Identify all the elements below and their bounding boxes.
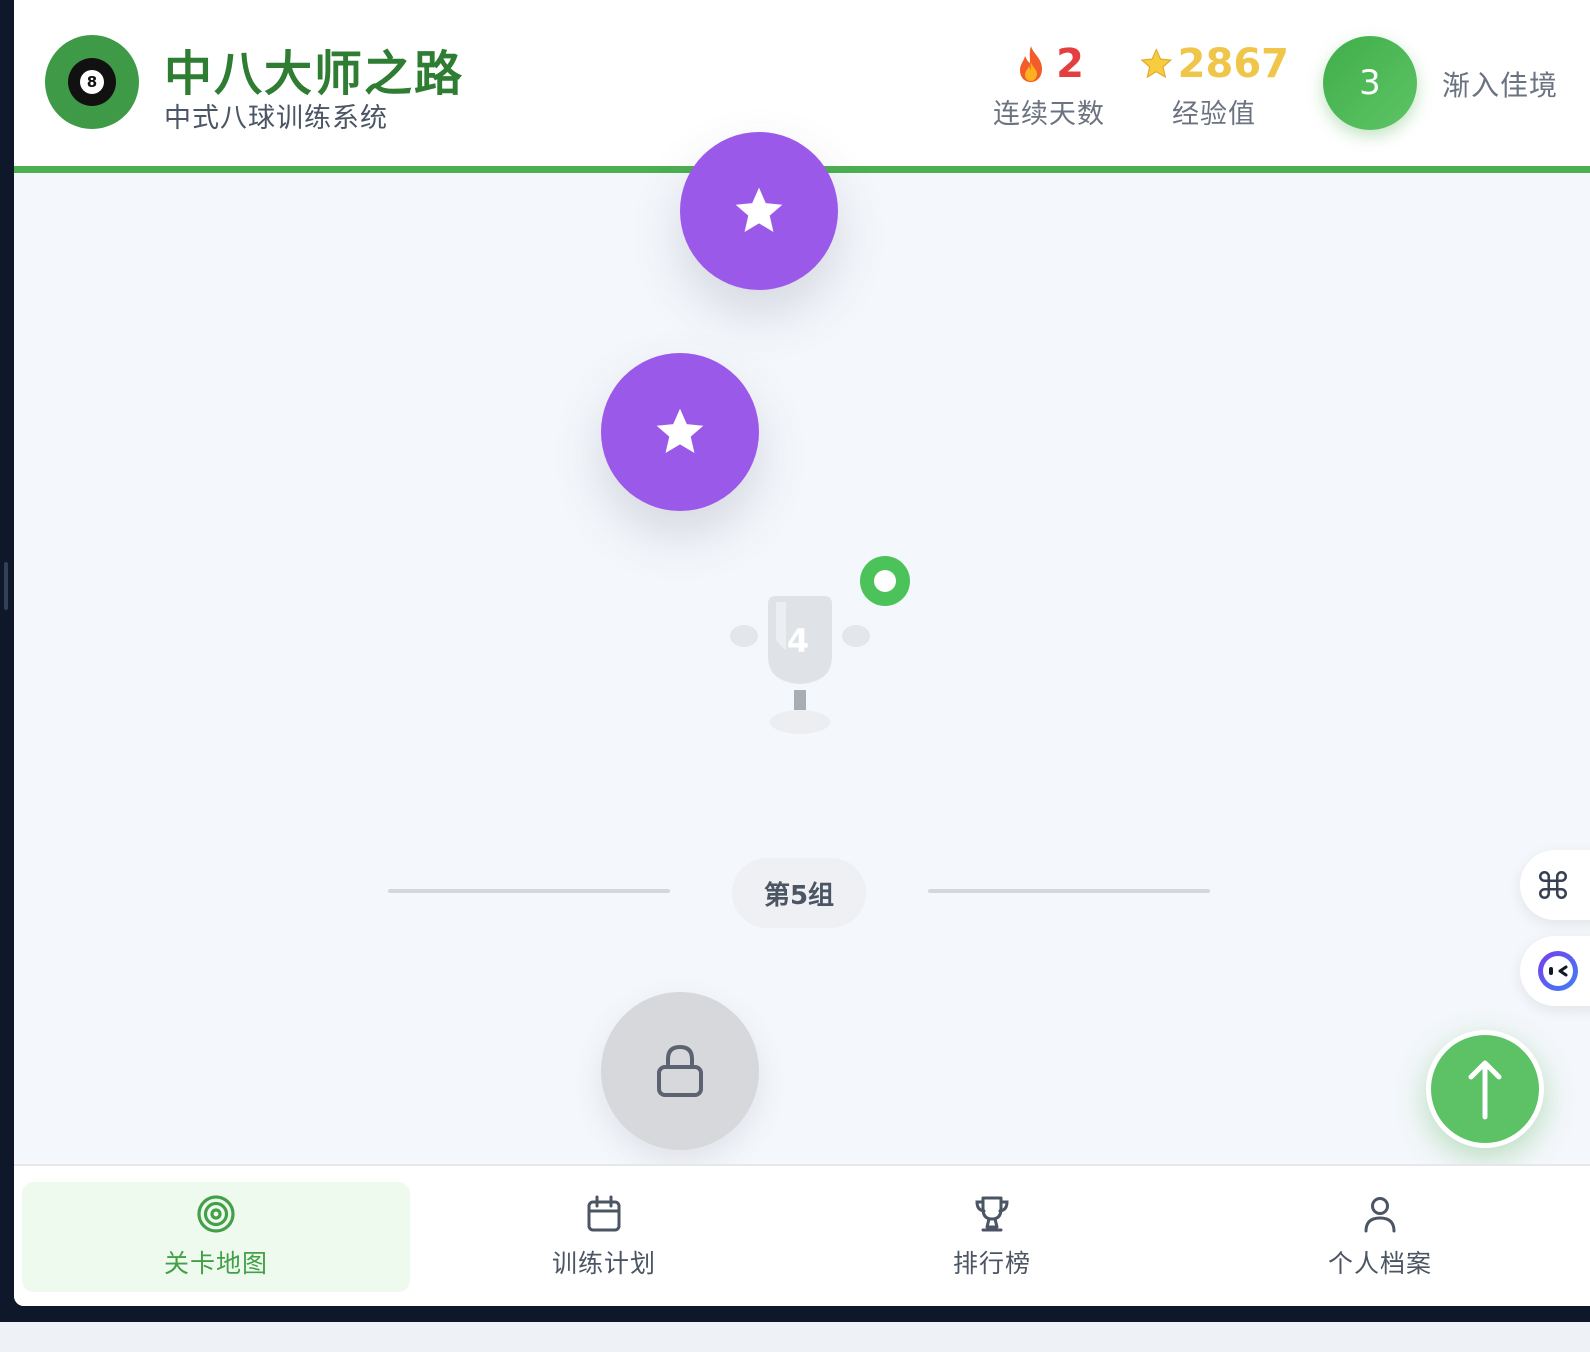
- app-title: 中八大师之路: [164, 46, 465, 102]
- window-resize-handle[interactable]: [4, 562, 8, 610]
- nav-item-profile[interactable]: 个人档案: [1186, 1182, 1574, 1292]
- trophy-icon: [975, 1196, 1009, 1232]
- level-name: 渐入佳境: [1442, 69, 1559, 102]
- level-node-locked[interactable]: [601, 992, 759, 1150]
- calendar-icon: [587, 1195, 621, 1232]
- group-label: 第5组: [732, 858, 866, 928]
- nav-label: 排行榜: [952, 1249, 1031, 1278]
- app-subtitle: 中式八球训练系统: [164, 103, 388, 134]
- level-badge[interactable]: 3: [1323, 36, 1417, 130]
- trophy-checkpoint-icon[interactable]: [720, 590, 880, 740]
- star-icon: [656, 408, 704, 453]
- nav-item-level-map[interactable]: 关卡地图: [22, 1182, 410, 1292]
- checkpoint-number: 4: [786, 622, 810, 660]
- streak-label: 连续天数: [993, 99, 1105, 130]
- xp-stat: 2867 经验值: [1139, 40, 1289, 131]
- user-icon: [1364, 1197, 1396, 1233]
- eight-ball-number: 8: [80, 70, 104, 94]
- nav-item-leaderboard[interactable]: 排行榜: [798, 1182, 1186, 1292]
- streak-stat: 2 连续天数: [984, 40, 1114, 131]
- nav-label: 关卡地图: [163, 1249, 268, 1278]
- group-divider-left: [388, 889, 670, 893]
- xp-label: 经验值: [1172, 99, 1256, 130]
- app-logo[interactable]: 8: [45, 35, 139, 129]
- window-bottom-strip: [0, 1322, 1590, 1352]
- command-icon: [1538, 870, 1568, 900]
- nav-label: 个人档案: [1327, 1249, 1432, 1278]
- lock-icon: [657, 1044, 703, 1097]
- arrow-up-icon: [1468, 1060, 1502, 1120]
- assistant-button[interactable]: [1520, 936, 1590, 1006]
- level-node-completed[interactable]: [680, 132, 838, 290]
- shortcut-button[interactable]: [1520, 850, 1590, 920]
- nav-item-training-plan[interactable]: 训练计划: [410, 1182, 798, 1292]
- star-icon: [735, 187, 783, 232]
- fire-icon: [1020, 46, 1043, 82]
- bottom-navigation: 关卡地图 训练计划 排行榜 个人档案: [14, 1164, 1590, 1306]
- target-icon: [197, 1195, 235, 1233]
- eight-ball-icon: 8: [68, 58, 116, 106]
- nav-label: 训练计划: [551, 1249, 656, 1278]
- app-frame: 8 中八大师之路 中式八球训练系统 2 连续天数 2867 经验值 3 渐入佳境…: [14, 0, 1590, 1306]
- scroll-to-top-button[interactable]: [1426, 1030, 1544, 1148]
- star-icon: [1140, 48, 1173, 79]
- group-divider-right: [928, 889, 1210, 893]
- xp-value: 2867: [1177, 41, 1289, 87]
- streak-value: 2: [1056, 41, 1084, 87]
- assistant-icon: [1538, 951, 1578, 991]
- level-node-completed[interactable]: [601, 353, 759, 511]
- current-position-marker: [860, 556, 910, 606]
